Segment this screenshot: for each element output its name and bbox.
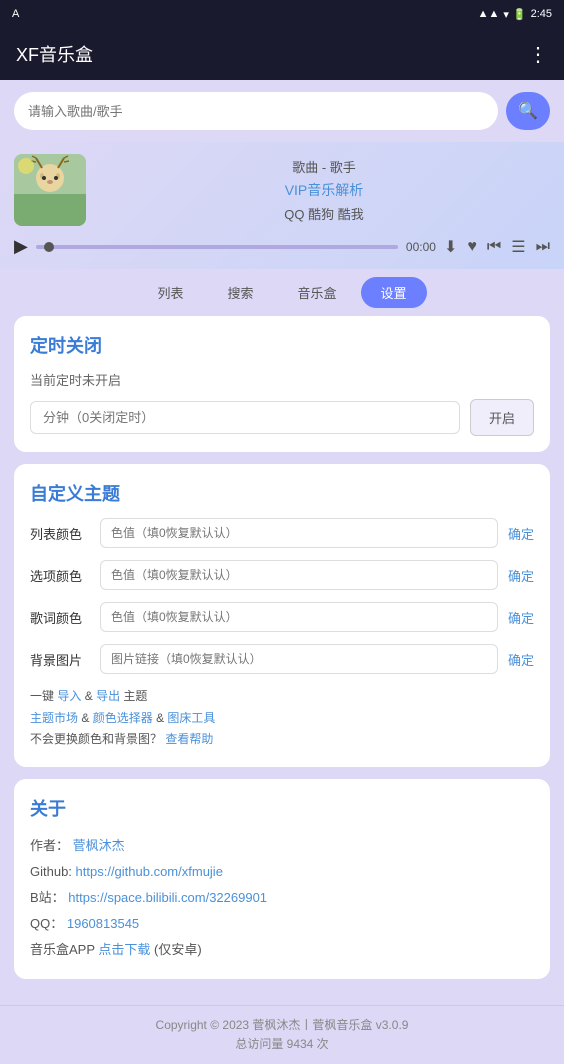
timer-status: 当前定时未开启 [30, 370, 534, 389]
theme-row-option-color: 选项颜色 确定 [30, 560, 534, 590]
about-github-url[interactable]: https://github.com/xfmujie [76, 864, 223, 879]
about-bili: B站： https://space.bilibili.com/32269901 [30, 885, 534, 911]
about-app: 音乐盒APP 点击下载 (仅安卓) [30, 937, 534, 963]
theme-confirm-lyric[interactable]: 确定 [508, 608, 534, 627]
time-display: 2:45 [531, 8, 552, 20]
search-button[interactable]: 🔍 [506, 92, 550, 130]
status-bar: A ▲▲ ▾ 🔋 2:45 [0, 0, 564, 28]
theme-market-link[interactable]: 主题市场 [30, 711, 78, 725]
theme-confirm-bg[interactable]: 确定 [508, 650, 534, 669]
tab-list[interactable]: 列表 [137, 277, 203, 308]
about-qq-label: QQ： [30, 916, 63, 931]
timer-enable-button[interactable]: 开启 [470, 399, 534, 436]
theme-label-lyric: 歌词颜色 [30, 608, 90, 627]
theme-row-list-color: 列表颜色 确定 [30, 518, 534, 548]
about-download-link[interactable]: 点击下载 [98, 942, 150, 957]
theme-confirm-option[interactable]: 确定 [508, 566, 534, 585]
about-github: Github: https://github.com/xfmujie [30, 859, 534, 885]
theme-actions: 一键 导入 & 导出 主题 主题市场 & 颜色选择器 & 图床工具 不会更换颜色… [30, 686, 534, 751]
timer-input[interactable] [30, 401, 460, 434]
wifi-icon: ▾ [503, 8, 509, 21]
tab-search[interactable]: 搜索 [207, 277, 273, 308]
theme-input-option-color[interactable] [100, 560, 498, 590]
theme-title: 自定义主题 [30, 480, 534, 506]
theme-input-bg-image[interactable] [100, 644, 498, 674]
progress-bar[interactable] [36, 245, 398, 249]
theme-label-option: 选项颜色 [30, 566, 90, 585]
theme-confirm-list[interactable]: 确定 [508, 524, 534, 543]
time-elapsed: 00:00 [406, 240, 436, 254]
player-info: 歌曲 - 歌手 VIP音乐解析 QQ 酷狗 酷我 [14, 154, 550, 226]
theme-action-amp: & [85, 689, 93, 703]
album-art [14, 154, 86, 226]
theme-help-text: 不会更换颜色和背景图？ [30, 732, 162, 746]
top-bar: XF音乐盒 ⋮ [0, 28, 564, 80]
main-content: 定时关闭 当前定时未开启 开启 自定义主题 列表颜色 确定 选项颜色 确定 歌词… [0, 316, 564, 1005]
about-author-name[interactable]: 菅枫沐杰 [73, 838, 125, 853]
tabs-area: 列表 搜索 音乐盒 设置 [0, 269, 564, 316]
theme-bed-tool-link[interactable]: 图床工具 [167, 711, 215, 725]
download-icon[interactable]: ⬇ [444, 237, 457, 257]
next-icon[interactable]: ⏭ [536, 238, 550, 256]
theme-row-lyric-color: 歌词颜色 确定 [30, 602, 534, 632]
footer-visits: 总访问量 9434 次 [10, 1035, 554, 1054]
app-title: XF音乐盒 [16, 41, 93, 67]
footer-copyright: Copyright © 2023 菅枫沐杰丨菅枫音乐盒 v3.0.9 [10, 1016, 554, 1035]
about-section: 关于 作者： 菅枫沐杰 Github: https://github.com/x… [14, 779, 550, 979]
favorite-icon[interactable]: ♥ [467, 238, 477, 256]
theme-label-list: 列表颜色 [30, 524, 90, 543]
vip-label[interactable]: VIP音乐解析 [98, 180, 550, 200]
about-bili-label: B站： [30, 890, 65, 905]
theme-action-text: 一键 [30, 689, 57, 703]
status-app-icon: A [12, 8, 19, 20]
search-icon: 🔍 [518, 101, 538, 121]
tabs-container: 列表 搜索 音乐盒 设置 [14, 277, 550, 316]
playlist-icon[interactable]: ☰ [511, 237, 525, 257]
song-details: 歌曲 - 歌手 VIP音乐解析 QQ 酷狗 酷我 [98, 157, 550, 223]
theme-amp3: & [156, 711, 167, 725]
platforms: QQ 酷狗 酷我 [98, 204, 550, 223]
timer-title: 定时关闭 [30, 332, 534, 358]
progress-dot [44, 242, 54, 252]
play-button[interactable]: ▶ [14, 236, 28, 257]
theme-color-picker-link[interactable]: 颜色选择器 [93, 711, 153, 725]
about-author-label: 作者： [30, 838, 69, 853]
theme-input-lyric-color[interactable] [100, 602, 498, 632]
player-controls: ▶ 00:00 ⬇ ♥ ⏮ ☰ ⏭ [14, 236, 550, 257]
search-input[interactable] [14, 92, 498, 130]
about-bili-url[interactable]: https://space.bilibili.com/32269901 [68, 890, 267, 905]
about-qq: QQ： 1960813545 [30, 911, 534, 937]
footer: Copyright © 2023 菅枫沐杰丨菅枫音乐盒 v3.0.9 总访问量 … [0, 1005, 564, 1064]
about-app-label: 音乐盒APP [30, 942, 98, 957]
song-title: 歌曲 - 歌手 [98, 157, 550, 176]
theme-export-link[interactable]: 导出 [96, 689, 120, 703]
theme-import-link[interactable]: 导入 [57, 689, 81, 703]
theme-label-bg: 背景图片 [30, 650, 90, 669]
search-area: 🔍 [0, 80, 564, 142]
status-right: ▲▲ ▾ 🔋 2:45 [478, 8, 552, 21]
theme-row-bg-image: 背景图片 确定 [30, 644, 534, 674]
player-area: 歌曲 - 歌手 VIP音乐解析 QQ 酷狗 酷我 ▶ 00:00 ⬇ ♥ ⏮ ☰… [0, 142, 564, 269]
timer-input-row: 开启 [30, 399, 534, 436]
about-title: 关于 [30, 795, 534, 821]
player-ctrl-icons: ⬇ ♥ ⏮ ☰ ⏭ [444, 237, 550, 257]
battery-icon: 🔋 [513, 8, 527, 21]
theme-help-link[interactable]: 查看帮助 [165, 732, 213, 746]
timer-section: 定时关闭 当前定时未开启 开启 [14, 316, 550, 452]
about-qq-number[interactable]: 1960813545 [67, 916, 139, 931]
theme-section: 自定义主题 列表颜色 确定 选项颜色 确定 歌词颜色 确定 背景图片 确定 一键… [14, 464, 550, 767]
theme-amp2: & [81, 711, 92, 725]
about-github-label: Github: [30, 864, 76, 879]
theme-action-text2: 主题 [123, 689, 147, 703]
about-author: 作者： 菅枫沐杰 [30, 833, 534, 859]
about-download-note: (仅安卓) [154, 942, 202, 957]
prev-icon[interactable]: ⏮ [487, 238, 501, 256]
about-info: 作者： 菅枫沐杰 Github: https://github.com/xfmu… [30, 833, 534, 963]
tab-musicbox[interactable]: 音乐盒 [278, 277, 357, 308]
more-menu-icon[interactable]: ⋮ [528, 42, 548, 67]
theme-input-list-color[interactable] [100, 518, 498, 548]
signal-icon: ▲▲ [478, 8, 500, 20]
tab-settings[interactable]: 设置 [361, 277, 427, 308]
